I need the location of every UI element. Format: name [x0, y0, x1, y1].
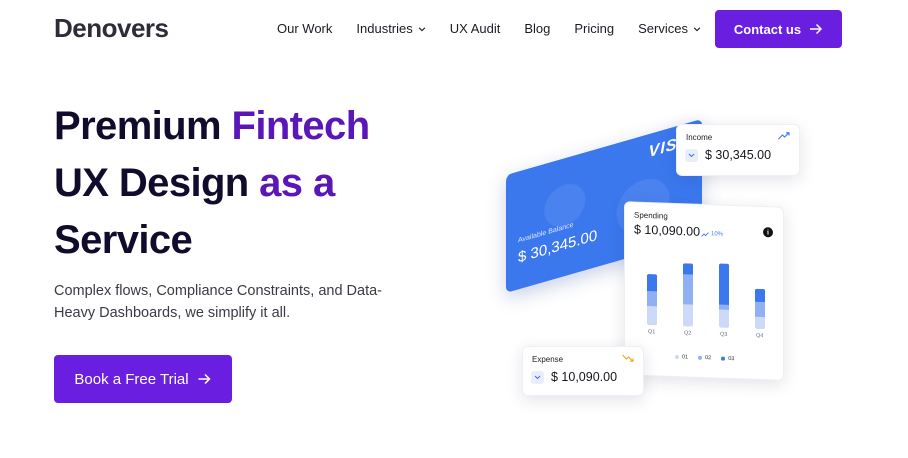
nav-label: UX Audit	[449, 21, 501, 36]
legend-dot	[675, 354, 679, 359]
contact-us-label: Contact us	[733, 21, 802, 37]
contact-us-button[interactable]: Contact us	[715, 10, 842, 48]
expense-dropdown[interactable]	[531, 371, 544, 384]
spending-bar-q1	[647, 274, 657, 326]
chevron-down-icon	[693, 26, 701, 31]
hero-subtitle: Complex flows, Compliance Constraints, a…	[54, 283, 382, 321]
book-free-trial-button[interactable]: Book a Free Trial	[54, 355, 232, 403]
income-label: Income	[686, 133, 713, 142]
spending-label: Spending	[634, 210, 668, 221]
book-free-trial-label: Book a Free Trial	[74, 370, 189, 388]
hero-title: Premium Fintech UX Design as a Service	[54, 98, 454, 269]
legend-label: 02	[705, 355, 712, 362]
spending-bar-q2	[683, 263, 693, 327]
nav-item-blog[interactable]: Blog	[524, 21, 550, 36]
trend-up-icon	[778, 132, 790, 140]
nav-label: Our Work	[277, 21, 333, 36]
legend-item: 02	[698, 355, 711, 361]
info-icon[interactable]: i	[763, 227, 773, 238]
spending-change-value: 10%	[711, 231, 724, 238]
spending-change: 10%	[701, 231, 723, 238]
x-axis-label: Q4	[756, 332, 764, 340]
spending-value: $ 10,090.00	[634, 222, 701, 239]
legend-dot	[721, 356, 726, 361]
nav-label: Industries	[356, 21, 413, 36]
x-axis-label: Q1	[648, 329, 656, 336]
bar-segment-03	[683, 263, 693, 275]
hero-title-part: Service	[54, 218, 193, 262]
trend-down-icon	[622, 354, 634, 362]
x-axis-label: Q3	[720, 331, 728, 338]
hero-title-part: Premium	[54, 104, 232, 148]
income-dropdown[interactable]	[685, 149, 698, 162]
main-nav: Our Work Industries UX Audit Blog Pricin…	[277, 21, 725, 36]
nav-label: Pricing	[574, 21, 615, 36]
bar-segment-03	[755, 288, 765, 303]
spending-bar-q4	[755, 288, 765, 330]
expense-label: Expense	[532, 355, 564, 364]
hero-title-highlight: as a	[259, 161, 335, 205]
chevron-down-icon	[534, 375, 541, 380]
expense-panel: Expense $ 10,090.00	[522, 346, 644, 396]
nav-item-services[interactable]: Services	[638, 21, 701, 36]
arrow-right-icon	[198, 373, 211, 385]
hero-title-part: UX Design	[54, 161, 260, 205]
hero-title-highlight: Fintech	[231, 104, 371, 148]
chevron-down-icon	[688, 153, 695, 158]
arrow-right-icon	[810, 23, 823, 35]
nav-item-industries[interactable]: Industries	[356, 21, 425, 36]
nav-label: Blog	[524, 21, 551, 36]
legend-item: 03	[721, 356, 734, 362]
legend-label: 03	[728, 355, 735, 363]
legend-dot	[698, 355, 703, 360]
nav-item-our-work[interactable]: Our Work	[277, 21, 332, 36]
income-panel: Income $ 30,345.00	[676, 124, 800, 176]
expense-value: $ 10,090.00	[551, 370, 618, 384]
bar-segment-03	[719, 263, 729, 305]
chart-legend: 01 02 03	[675, 354, 734, 362]
spending-bar-chart: Q1 Q2 Q3 Q4	[639, 247, 775, 344]
nav-label: Services	[638, 21, 688, 36]
fintech-dashboard-illustration: VISA Available Balance $ 30,345.00 Spend…	[500, 118, 820, 410]
nav-item-pricing[interactable]: Pricing	[574, 21, 614, 36]
income-value: $ 30,345.00	[705, 148, 772, 162]
x-axis-label: Q2	[684, 330, 692, 337]
site-logo[interactable]: Denovers	[54, 13, 169, 44]
trend-up-icon	[701, 231, 709, 237]
nav-item-ux-audit[interactable]: UX Audit	[450, 21, 501, 36]
legend-item: 01	[675, 354, 688, 360]
chevron-down-icon	[418, 26, 425, 31]
spending-panel: Spending $ 10,090.00 10% i Q1 Q2 Q3 Q4 01 02…	[624, 201, 784, 381]
legend-label: 01	[682, 354, 689, 361]
spending-bar-q3	[719, 263, 729, 328]
bar-segment-03	[647, 274, 657, 292]
